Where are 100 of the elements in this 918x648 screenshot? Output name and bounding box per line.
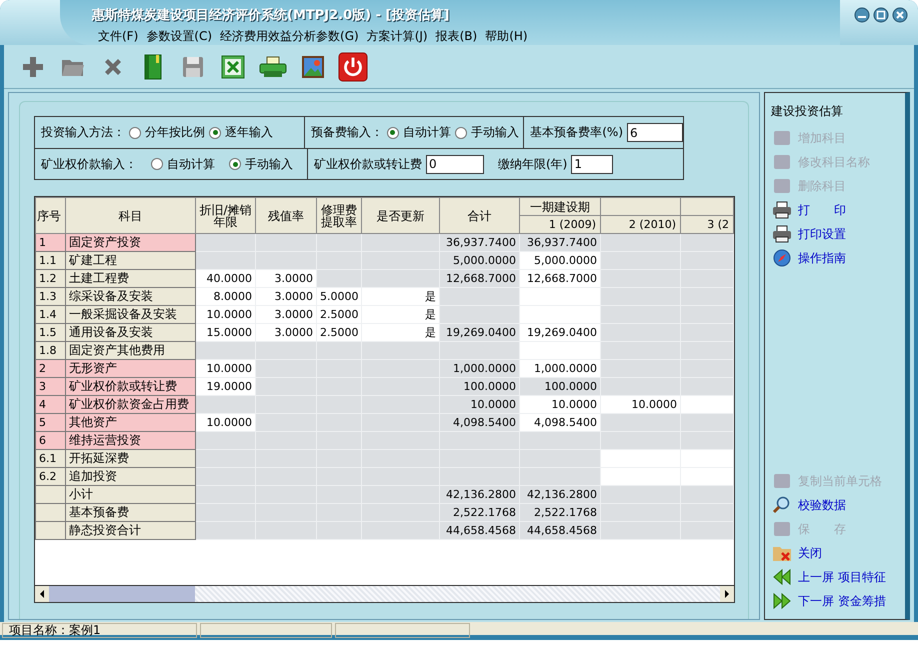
menu-item[interactable]: 经济费用效益分析参数(G)	[220, 28, 359, 45]
power-icon[interactable]	[338, 50, 368, 82]
input-field[interactable]: 0	[426, 154, 484, 174]
table-cell[interactable]: 10.0000	[196, 360, 256, 378]
radio-button[interactable]: 自动计算	[386, 124, 451, 141]
column-header: 3 (2	[680, 216, 734, 234]
table-cell: 3	[36, 378, 66, 396]
table-cell: 1.3	[36, 288, 66, 306]
table-cell[interactable]: 4,098.5400	[520, 414, 600, 432]
sidebar-item[interactable]: 操作指南	[771, 246, 899, 270]
column-header: 是否更新	[362, 198, 440, 234]
spreadsheet-icon[interactable]	[221, 54, 245, 78]
sidebar-item[interactable]: 上一屏 项目特征	[771, 565, 899, 589]
printer-icon	[771, 225, 793, 243]
table-cell[interactable]: 10.0000	[600, 396, 680, 414]
menu-item[interactable]: 文件(F)	[98, 28, 138, 45]
table-cell: 1,000.0000	[440, 360, 520, 378]
sidebar-item[interactable]: 打印设置	[771, 222, 899, 246]
input-field[interactable]: 1	[571, 154, 614, 174]
table-cell: 固定资产其他费用	[66, 342, 196, 360]
table-cell[interactable]: 3.0000	[256, 324, 316, 342]
table-cell: 19,269.0400	[440, 324, 520, 342]
table-cell[interactable]	[680, 468, 734, 486]
table-cell: 44,658.4568	[520, 522, 600, 540]
table-cell: 4	[36, 396, 66, 414]
table-cell[interactable]: 5,000.0000	[520, 252, 600, 270]
table-cell: 其他资产	[66, 414, 196, 432]
table-cell[interactable]	[680, 450, 734, 468]
table-cell: 1.2	[36, 270, 66, 288]
column-header: 科目	[66, 198, 196, 234]
horizontal-scrollbar[interactable]	[35, 585, 734, 602]
radio-button[interactable]: 分年按比例	[129, 124, 205, 141]
menu-item[interactable]: 参数设置(C)	[146, 28, 212, 45]
table-cell[interactable]: 是	[362, 288, 440, 306]
table-cell[interactable]: 2.5000	[316, 324, 362, 342]
table-cell: 小计	[66, 486, 196, 504]
window-title: 惠斯特煤炭建设项目经济评价系统(MTPJ2.0版) - [投资估算]	[92, 6, 450, 24]
table-cell: 基本预备费	[66, 504, 196, 522]
maximize-icon[interactable]	[873, 7, 889, 23]
sidebar-item[interactable]: 关闭	[771, 541, 899, 565]
field-label: 矿业权价款输入：	[41, 156, 137, 172]
column-header: 序号	[36, 198, 66, 234]
table-cell[interactable]: 1,000.0000	[520, 360, 600, 378]
table-cell: 44,658.4568	[440, 522, 520, 540]
table-cell: 36,937.7400	[520, 234, 600, 252]
table-cell[interactable]: 是	[362, 306, 440, 324]
table-cell: 5	[36, 414, 66, 432]
field-label: 矿业权价款或转让费	[314, 156, 422, 172]
menu-item[interactable]: 报表(B)	[436, 28, 478, 45]
table-cell: 一般采掘设备及安装	[66, 306, 196, 324]
table-cell[interactable]: 40.0000	[196, 270, 256, 288]
radio-button[interactable]: 手动输入	[454, 124, 519, 141]
table-cell[interactable]	[600, 450, 680, 468]
table-cell[interactable]: 19,269.0400	[520, 324, 600, 342]
book-icon[interactable]	[144, 54, 162, 80]
table-cell[interactable]: 10.0000	[196, 306, 256, 324]
plus-icon[interactable]	[21, 54, 45, 78]
table-cell[interactable]: 3.0000	[256, 306, 316, 324]
printer-icon[interactable]	[259, 56, 287, 78]
printer-icon	[771, 201, 793, 219]
menu-item[interactable]: 方案计算(J)	[366, 28, 428, 45]
save-icon[interactable]	[182, 56, 204, 78]
table-cell: 100.0000	[440, 378, 520, 396]
table-cell[interactable]: 19.0000	[196, 378, 256, 396]
field-label: 投资输入方法：	[41, 124, 125, 141]
column-header: 残值率	[256, 198, 316, 234]
table-cell[interactable]	[520, 342, 600, 360]
table-cell: 1.4	[36, 306, 66, 324]
table-cell[interactable]	[520, 306, 600, 324]
sidebar-item[interactable]: 下一屏 资金筹措	[771, 589, 899, 613]
radio-button[interactable]: 自动计算	[151, 156, 215, 172]
sidebar-item[interactable]: 打 印	[771, 198, 899, 222]
table-cell[interactable]: 15.0000	[196, 324, 256, 342]
input-field[interactable]: 6	[627, 123, 683, 142]
table-cell: 42,136.2800	[440, 486, 520, 504]
table-cell[interactable]: 是	[362, 324, 440, 342]
radio-button[interactable]: 手动输入	[229, 156, 293, 172]
table-cell[interactable]	[680, 396, 734, 414]
table-cell[interactable]: 2.5000	[316, 306, 362, 324]
column-header: 合计	[440, 198, 520, 234]
menu-item[interactable]: 帮助(H)	[485, 28, 528, 45]
table-cell[interactable]: 12,668.7000	[520, 270, 600, 288]
table-cell[interactable]: 3.0000	[256, 270, 316, 288]
table-cell[interactable]	[600, 468, 680, 486]
sidebar-item[interactable]: 校验数据	[771, 493, 899, 517]
table-cell: 1.8	[36, 342, 66, 360]
scrollbar-thumb[interactable]	[49, 586, 195, 602]
close-icon[interactable]	[892, 7, 908, 23]
table-cell[interactable]: 5.0000	[316, 288, 362, 306]
document-icon	[771, 129, 793, 147]
table-cell: 2,522.1768	[440, 504, 520, 522]
table-cell[interactable]: 8.0000	[196, 288, 256, 306]
table-cell[interactable]: 10.0000	[196, 414, 256, 432]
minimize-icon[interactable]	[854, 7, 870, 23]
table-cell[interactable]: 10.0000	[520, 396, 600, 414]
table-cell[interactable]: 3.0000	[256, 288, 316, 306]
picture-icon[interactable]	[301, 54, 325, 78]
table-cell[interactable]	[520, 288, 600, 306]
column-header: 折旧/摊销年限	[196, 198, 256, 234]
radio-button[interactable]: 逐年输入	[209, 124, 273, 141]
